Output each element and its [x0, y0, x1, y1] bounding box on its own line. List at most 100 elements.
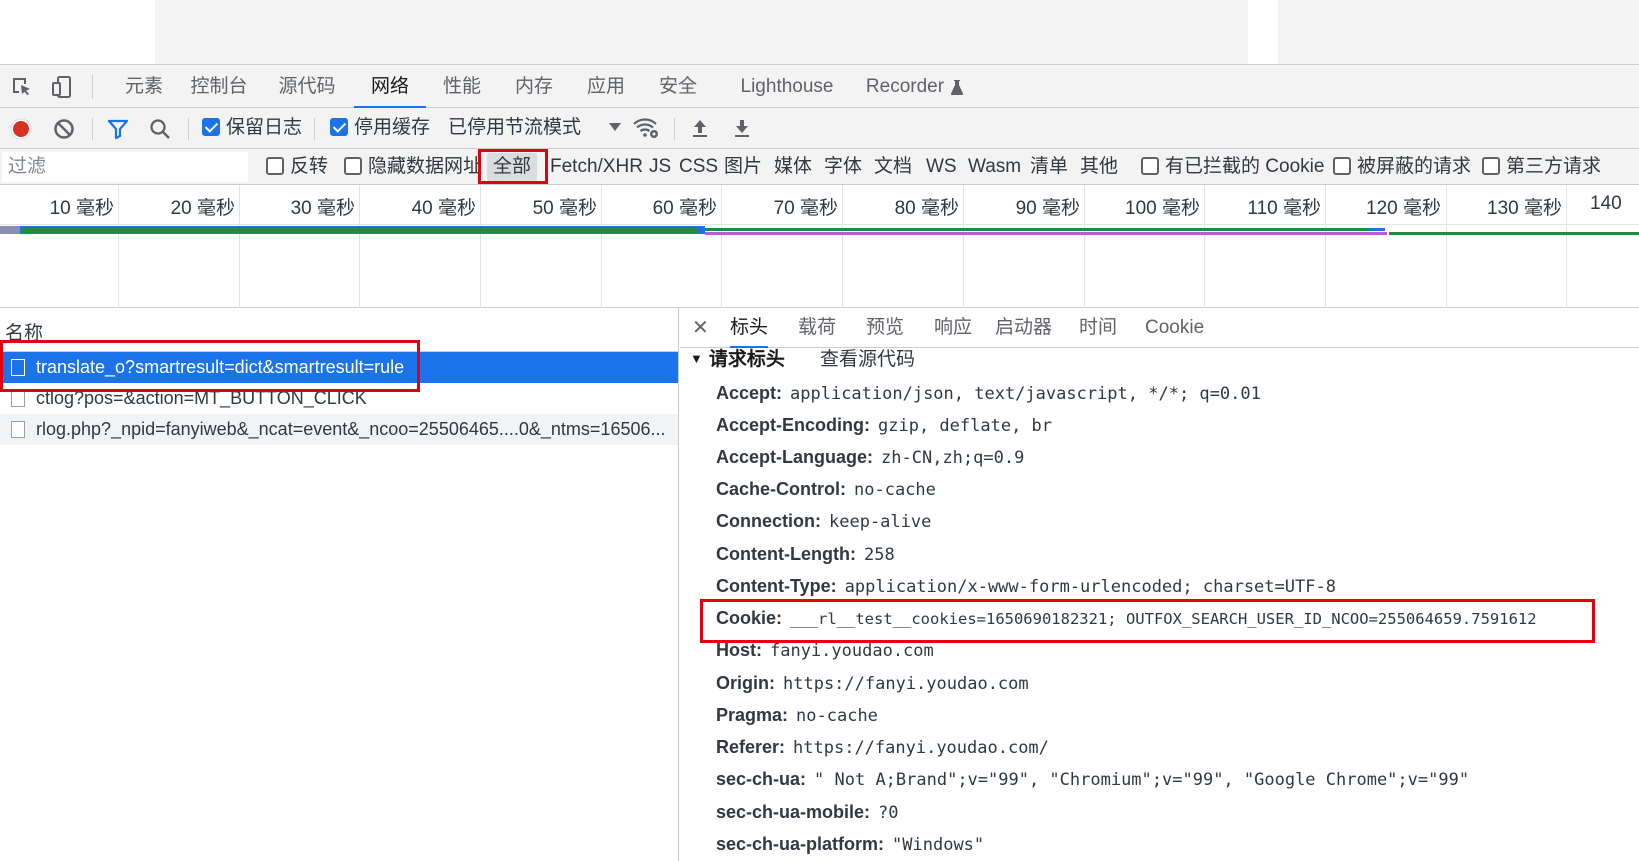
tick-label: 110 毫秒 [1247, 198, 1321, 219]
chevron-down-icon [609, 123, 622, 131]
record-icon [10, 118, 32, 140]
column-header-name[interactable]: 名称 [0, 308, 678, 352]
export-har-button[interactable] [730, 116, 754, 140]
filter-type-css[interactable]: CSS [679, 149, 718, 185]
grid-line [963, 185, 964, 308]
close-details-button[interactable]: ✕ [692, 308, 709, 348]
header-value: ?0 [878, 803, 899, 823]
header-value: keep-alive [829, 512, 932, 532]
tick-label: 10 毫秒 [49, 198, 114, 219]
grid-line [1084, 185, 1085, 308]
import-har-button[interactable] [688, 116, 712, 140]
filter-icon [107, 119, 129, 140]
header-row-cookie: Cookie: ___rl__test__cookies=165069018232… [716, 603, 1537, 633]
waterfall-bar-request2 [705, 232, 1387, 235]
filter-input[interactable]: 过滤 [2, 152, 248, 182]
header-key: sec-ch-ua: [716, 769, 807, 789]
tab-sources[interactable]: 源代码 [274, 65, 340, 108]
tab-security[interactable]: 安全 [654, 65, 702, 108]
waterfall-bar-download [705, 228, 1385, 231]
network-conditions-button[interactable] [632, 116, 660, 140]
device-toggle-icon[interactable] [50, 75, 74, 99]
filter-type-doc[interactable]: 文档 [874, 149, 912, 185]
preserve-log-label: 保留日志 [226, 117, 303, 138]
header-row: Connection: keep-alive [716, 506, 931, 536]
request-row[interactable]: ctlog?pos=&action=MT_BUTTON_CLICK [0, 383, 678, 414]
tab-response[interactable]: 响应 [934, 308, 972, 348]
tick-label: 60 毫秒 [652, 198, 717, 219]
filter-type-manifest[interactable]: 清单 [1030, 149, 1068, 185]
request-headers-section-toggle[interactable]: ▼ 请求标头 [690, 344, 785, 372]
tab-recorder[interactable]: Recorder [860, 65, 970, 108]
filter-type-img[interactable]: 图片 [724, 149, 762, 185]
filter-type-wasm[interactable]: Wasm [968, 149, 1021, 185]
wifi-settings-icon [633, 118, 658, 138]
throttle-select[interactable]: 已停用节流模式 [448, 116, 622, 140]
request-row[interactable]: translate_o?smartresult=dict&smartresult… [0, 352, 678, 383]
filter-toggle-button[interactable] [106, 117, 130, 141]
waterfall-bar-waiting [22, 227, 698, 233]
grid-line [1204, 185, 1205, 308]
header-key: Host: [716, 640, 762, 660]
page-block [155, 0, 1248, 64]
header-row: Content-Length: 258 [716, 539, 895, 569]
filter-type-js[interactable]: JS [649, 149, 671, 185]
view-source-link[interactable]: 查看源代码 [820, 344, 915, 371]
checkbox-icon [1333, 157, 1351, 175]
inspect-element-icon[interactable] [10, 75, 34, 99]
header-key: sec-ch-ua-mobile: [716, 802, 871, 822]
header-key: Accept-Language: [716, 447, 874, 467]
header-row: Cache-Control: no-cache [716, 474, 936, 504]
blocked-requests-label: 被屏蔽的请求 [1357, 156, 1472, 177]
invert-checkbox[interactable]: 反转 [266, 149, 328, 185]
tab-network[interactable]: 网络 [354, 65, 426, 108]
tab-preview[interactable]: 预览 [866, 308, 904, 348]
blocked-requests-checkbox[interactable]: 被屏蔽的请求 [1333, 149, 1471, 185]
header-row: Accept-Encoding: gzip, deflate, br [716, 410, 1052, 440]
header-row: sec-ch-ua-platform: "Windows" [716, 829, 984, 859]
filter-type-font[interactable]: 字体 [824, 149, 862, 185]
waterfall-bar-tail [1370, 228, 1385, 231]
request-details: ✕ 标头 载荷 预览 响应 启动器 时间 Cookie ▼ 请求标头 查看源代码 … [680, 308, 1639, 861]
header-key: Accept: [716, 383, 783, 403]
clear-button[interactable] [52, 117, 76, 141]
grid-line [721, 185, 722, 308]
header-row: sec-ch-ua-mobile: ?0 [716, 797, 899, 827]
tab-initiator[interactable]: 启动器 [995, 308, 1052, 348]
header-key: Connection: [716, 511, 821, 531]
document-icon [11, 421, 25, 438]
filter-type-ws[interactable]: WS [926, 149, 957, 185]
header-value: ___rl__test__cookies=1650690182321; OUTF… [790, 610, 1537, 628]
record-button[interactable] [9, 117, 33, 141]
tab-memory[interactable]: 内存 [510, 65, 558, 108]
tab-cookies[interactable]: Cookie [1145, 308, 1204, 348]
filter-type-media[interactable]: 媒体 [774, 149, 812, 185]
search-button[interactable] [148, 117, 172, 141]
tab-lighthouse[interactable]: Lighthouse [737, 65, 837, 108]
hide-data-urls-checkbox[interactable]: 隐藏数据网址 [344, 149, 482, 185]
header-key: Content-Length: [716, 544, 856, 564]
tab-console[interactable]: 控制台 [186, 65, 252, 108]
grid-line [601, 185, 602, 308]
filter-type-other[interactable]: 其他 [1080, 149, 1118, 185]
grid-line [1446, 185, 1447, 308]
filter-type-all[interactable]: 全部 [487, 153, 538, 181]
tab-timing[interactable]: 时间 [1079, 308, 1117, 348]
tab-elements[interactable]: 元素 [116, 65, 172, 108]
filter-type-fetch-xhr[interactable]: Fetch/XHR [550, 149, 643, 185]
tab-performance[interactable]: 性能 [438, 65, 486, 108]
tab-headers[interactable]: 标头 [730, 308, 769, 348]
throttle-value: 已停用节流模式 [448, 117, 582, 138]
tick-label: 30 毫秒 [290, 198, 355, 219]
tab-payload[interactable]: 载荷 [798, 308, 836, 348]
devtools-tabbar: 元素 控制台 源代码 网络 性能 内存 应用 安全 Lighthouse Rec… [0, 64, 1639, 108]
third-party-checkbox[interactable]: 第三方请求 [1482, 149, 1601, 185]
preserve-log-checkbox[interactable]: 保留日志 [202, 116, 302, 140]
tab-application[interactable]: 应用 [582, 65, 630, 108]
blocked-cookies-checkbox[interactable]: 有已拦截的 Cookie [1141, 149, 1324, 185]
timeline-overview[interactable]: 10 毫秒 20 毫秒 30 毫秒 40 毫秒 50 毫秒 60 毫秒 70 毫… [0, 185, 1639, 308]
page-area [0, 0, 1639, 64]
disable-cache-checkbox[interactable]: 停用缓存 [330, 116, 430, 140]
request-row[interactable]: rlog.php?_npid=fanyiweb&_ncat=event&_nco… [0, 414, 678, 445]
header-row: Accept: application/json, text/javascript… [716, 378, 1261, 408]
